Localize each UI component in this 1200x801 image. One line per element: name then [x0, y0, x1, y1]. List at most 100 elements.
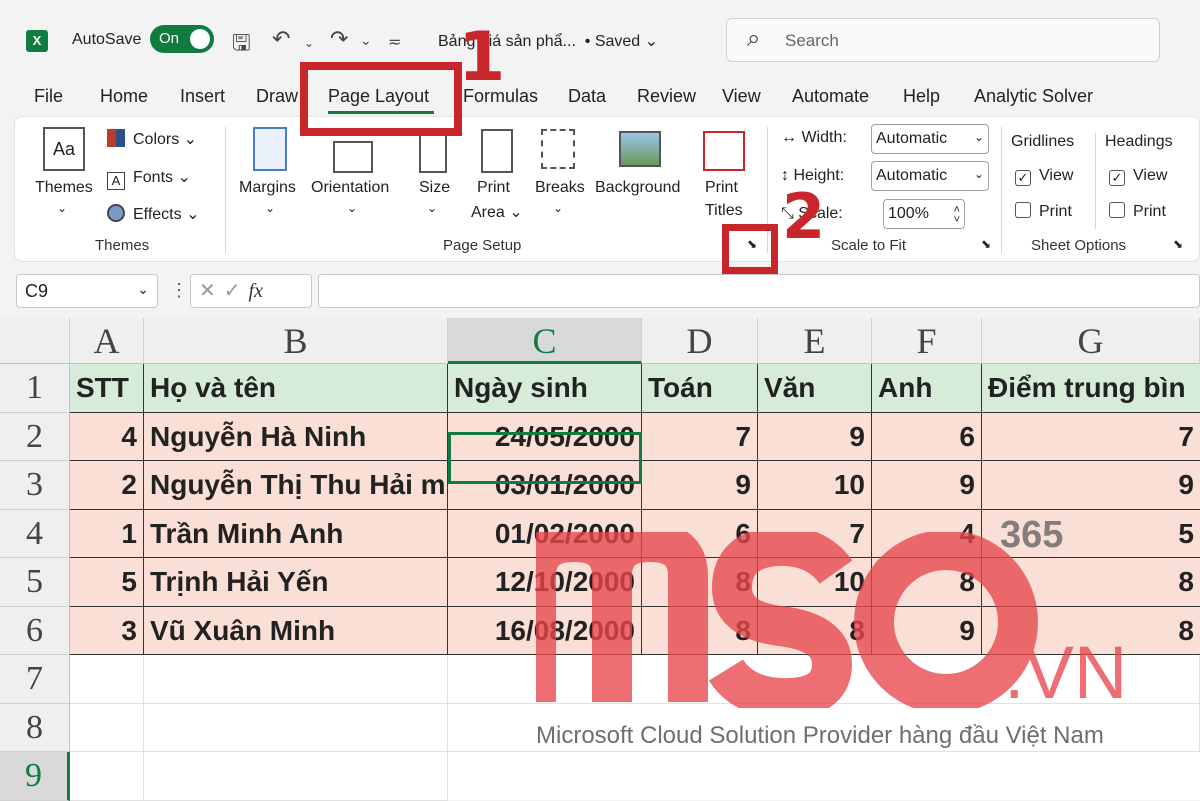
save-icon[interactable]: 🖫: [232, 26, 251, 64]
size-icon: [419, 133, 447, 173]
background-button[interactable]: Background: [595, 179, 680, 197]
table-cell[interactable]: 5: [70, 558, 144, 607]
empty-cell[interactable]: [70, 703, 144, 752]
table-cell[interactable]: 3: [70, 606, 144, 655]
search-box[interactable]: ⌕ Search: [726, 18, 1160, 62]
empty-cell[interactable]: [70, 655, 144, 704]
table-header-cell[interactable]: Anh: [872, 364, 982, 413]
formula-bar: C9 ⌄ ⋮ ✕✓fx: [0, 268, 1200, 318]
table-cell[interactable]: 9: [982, 461, 1200, 510]
tab-view[interactable]: View: [722, 86, 761, 107]
tab-home[interactable]: Home: [100, 86, 148, 107]
sheet-options-launcher-icon[interactable]: ⬊: [1173, 237, 1183, 251]
table-header-cell[interactable]: Họ và tên: [144, 364, 448, 413]
gridlines-label: Gridlines: [1011, 133, 1075, 150]
enter-icon[interactable]: ✓: [224, 280, 249, 302]
scale-to-fit-launcher-icon[interactable]: ⬊: [981, 237, 991, 251]
table-header-cell[interactable]: Toán: [642, 364, 758, 413]
width-dropdown[interactable]: Automatic ⌄: [871, 124, 989, 154]
themes-button[interactable]: Themes: [35, 179, 93, 197]
table-cell[interactable]: Nguyễn Hà Ninh: [144, 412, 448, 461]
margins-button[interactable]: Margins: [239, 179, 296, 197]
cancel-icon[interactable]: ✕: [199, 280, 224, 302]
chevron-down-icon: ⌄: [137, 281, 149, 297]
table-cell[interactable]: Nguyễn Thị Thu Hải m: [144, 461, 448, 510]
table-cell[interactable]: Vũ Xuân Minh: [144, 606, 448, 655]
table-cell[interactable]: 6: [872, 412, 982, 461]
tab-data[interactable]: Data: [568, 86, 606, 107]
effects-button[interactable]: Effects ⌄: [107, 204, 199, 224]
tab-automate[interactable]: Automate: [792, 86, 869, 107]
height-dropdown[interactable]: Automatic ⌄: [871, 161, 989, 191]
tab-file[interactable]: File: [34, 86, 63, 107]
gridlines-print-checkbox[interactable]: Print: [1015, 202, 1072, 221]
orientation-button[interactable]: Orientation: [311, 179, 389, 197]
empty-cell[interactable]: [144, 703, 448, 752]
table-header-cell[interactable]: Ngày sinh: [448, 364, 642, 413]
row-header-7[interactable]: 7: [0, 655, 70, 704]
table-cell[interactable]: 9: [872, 461, 982, 510]
scale-spinner[interactable]: 100% ˄ ˅: [883, 199, 965, 229]
empty-cell[interactable]: [144, 752, 448, 801]
undo-icon[interactable]: ↶: [272, 26, 290, 52]
row-header-8[interactable]: 8: [0, 703, 70, 752]
column-header-f[interactable]: F: [872, 318, 982, 364]
check-icon: ✓: [1109, 170, 1125, 186]
table-header-cell[interactable]: Văn: [758, 364, 872, 413]
select-all-corner[interactable]: [0, 318, 70, 364]
row-header-3[interactable]: 3: [0, 461, 70, 510]
column-header-c[interactable]: C: [448, 318, 642, 364]
row-header-2[interactable]: 2: [0, 412, 70, 461]
headings-print-checkbox[interactable]: Print: [1109, 202, 1166, 221]
print-area-icon: [481, 129, 513, 173]
name-box[interactable]: C9 ⌄: [16, 274, 158, 308]
tab-review[interactable]: Review: [637, 86, 696, 107]
table-cell[interactable]: 7: [642, 412, 758, 461]
breaks-button[interactable]: Breaks: [535, 179, 585, 197]
row-header-1[interactable]: 1: [0, 364, 70, 413]
table-cell[interactable]: 9: [642, 461, 758, 510]
column-header-g[interactable]: G: [982, 318, 1200, 364]
colors-button[interactable]: Colors ⌄: [107, 129, 197, 149]
table-cell[interactable]: 2: [70, 461, 144, 510]
fonts-button[interactable]: A Fonts ⌄: [107, 167, 191, 190]
table-cell[interactable]: 1: [70, 509, 144, 558]
customize-toolbar-icon[interactable]: ≂: [388, 32, 401, 52]
table-cell[interactable]: 9: [758, 412, 872, 461]
table-cell[interactable]: 10: [758, 461, 872, 510]
tab-help[interactable]: Help: [903, 86, 940, 107]
column-header-d[interactable]: D: [642, 318, 758, 364]
table-header-cell[interactable]: Điểm trung bìn: [982, 364, 1200, 413]
row-header-4[interactable]: 4: [0, 509, 70, 558]
redo-dropdown-icon[interactable]: ⌄: [360, 32, 372, 49]
redo-icon[interactable]: ↷: [330, 26, 348, 52]
tab-draw[interactable]: Draw: [256, 86, 298, 107]
column-header-b[interactable]: B: [144, 318, 448, 364]
table-cell[interactable]: 4: [70, 412, 144, 461]
print-area-button[interactable]: Print: [477, 179, 510, 197]
autosave-toggle[interactable]: On: [150, 25, 214, 53]
empty-cell[interactable]: [144, 655, 448, 704]
insert-function-button[interactable]: fx: [249, 280, 263, 302]
table-cell[interactable]: Trần Minh Anh: [144, 509, 448, 558]
tab-analytic-solver[interactable]: Analytic Solver: [974, 86, 1093, 107]
selected-cell-c9[interactable]: [448, 432, 642, 484]
size-button[interactable]: Size: [419, 179, 450, 197]
column-header-e[interactable]: E: [758, 318, 872, 364]
formula-input[interactable]: [318, 274, 1200, 308]
more-options-icon[interactable]: ⋮: [170, 280, 188, 301]
table-cell[interactable]: Trịnh Hải Yến: [144, 558, 448, 607]
table-header-cell[interactable]: STT: [70, 364, 144, 413]
empty-cell[interactable]: [70, 752, 144, 801]
headings-view-checkbox[interactable]: ✓ View: [1109, 167, 1167, 186]
column-header-a[interactable]: A: [70, 318, 144, 364]
gridlines-view-checkbox[interactable]: ✓ View: [1015, 167, 1073, 186]
table-cell[interactable]: 7: [982, 412, 1200, 461]
row-header-6[interactable]: 6: [0, 606, 70, 655]
row-header-5[interactable]: 5: [0, 558, 70, 607]
tab-insert[interactable]: Insert: [180, 86, 225, 107]
print-area-dropdown[interactable]: Area ⌄: [471, 202, 523, 222]
row-header-9[interactable]: 9: [0, 752, 70, 801]
print-titles-button[interactable]: Print: [705, 179, 738, 197]
undo-dropdown-icon[interactable]: ⌄: [304, 36, 314, 50]
